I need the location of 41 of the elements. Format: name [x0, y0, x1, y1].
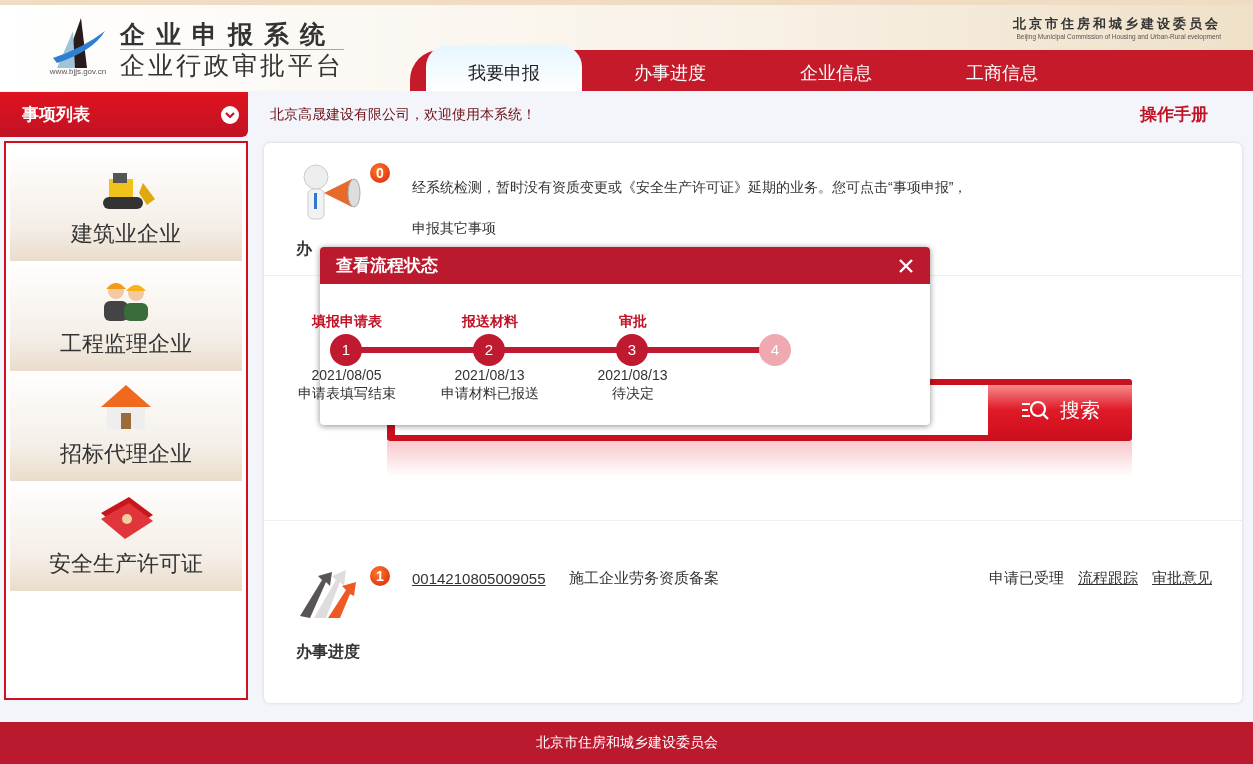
logo-url: www.bjjs.gov.cn	[49, 67, 107, 76]
step-status: 申请表填写结束	[296, 384, 397, 402]
step-date: 2021/08/13	[596, 366, 669, 384]
step-date: 2021/08/05	[310, 366, 383, 384]
nav-tab[interactable]: 企业信息	[758, 50, 914, 91]
nav-tab[interactable]: 我要申报	[426, 45, 582, 91]
application-number-link[interactable]: 0014210805009055	[412, 570, 546, 587]
record-link[interactable]: 审批意见	[1152, 569, 1212, 588]
nav-tab[interactable]: 工商信息	[924, 50, 1080, 91]
chevron-down-icon[interactable]	[220, 104, 240, 125]
step-title: 审批	[617, 312, 648, 331]
step-status: 待决定	[610, 384, 655, 402]
count-badge: 0	[370, 163, 390, 183]
step-date: 2021/08/13	[453, 366, 526, 384]
welcome-message: 北京高晟建设有限公司，欢迎使用本系统！	[270, 105, 536, 124]
count-badge: 1	[370, 566, 390, 586]
step-number: 4	[759, 334, 791, 366]
step-number: 1	[330, 334, 362, 366]
section-label: 办	[296, 239, 313, 259]
step-number: 3	[616, 334, 648, 366]
search-icon[interactable]	[1019, 399, 1050, 421]
application-status: 申请已受理	[989, 569, 1064, 588]
section-label: 办事进度	[296, 642, 361, 662]
system-title: 企 业 申 报 系 统	[120, 19, 328, 49]
step-title: 填报申请表	[310, 312, 383, 331]
platform-title: 企业行政审批平台	[120, 49, 344, 80]
step-number: 2	[473, 334, 505, 366]
step-status: 申请材料已报送	[439, 384, 540, 402]
notice-message: 经系统检测，暂时没有资质变更或《安全生产许可证》延期的业务。您可点击“事项申报”，	[412, 178, 968, 197]
nav-tab[interactable]: 办事进度	[592, 50, 748, 91]
organization-name: 北京市住房和城乡建设委员会	[1013, 15, 1221, 33]
close-button[interactable]	[898, 257, 914, 274]
sidebar-header[interactable]: 事项列表	[0, 92, 248, 137]
manual-link[interactable]: 操作手册	[1140, 103, 1208, 126]
dialog-title: 查看流程状态	[336, 254, 438, 277]
step-title: 报送材料	[460, 312, 519, 331]
footer-text: 北京市住房和城乡建设委员会	[535, 734, 718, 752]
application-title: 施工企业劳务资质备案	[569, 569, 720, 588]
search-button[interactable]: 搜索	[987, 385, 1132, 435]
notice-message: 申报其它事项	[412, 219, 497, 238]
record-link[interactable]: 流程跟踪	[1078, 569, 1138, 588]
